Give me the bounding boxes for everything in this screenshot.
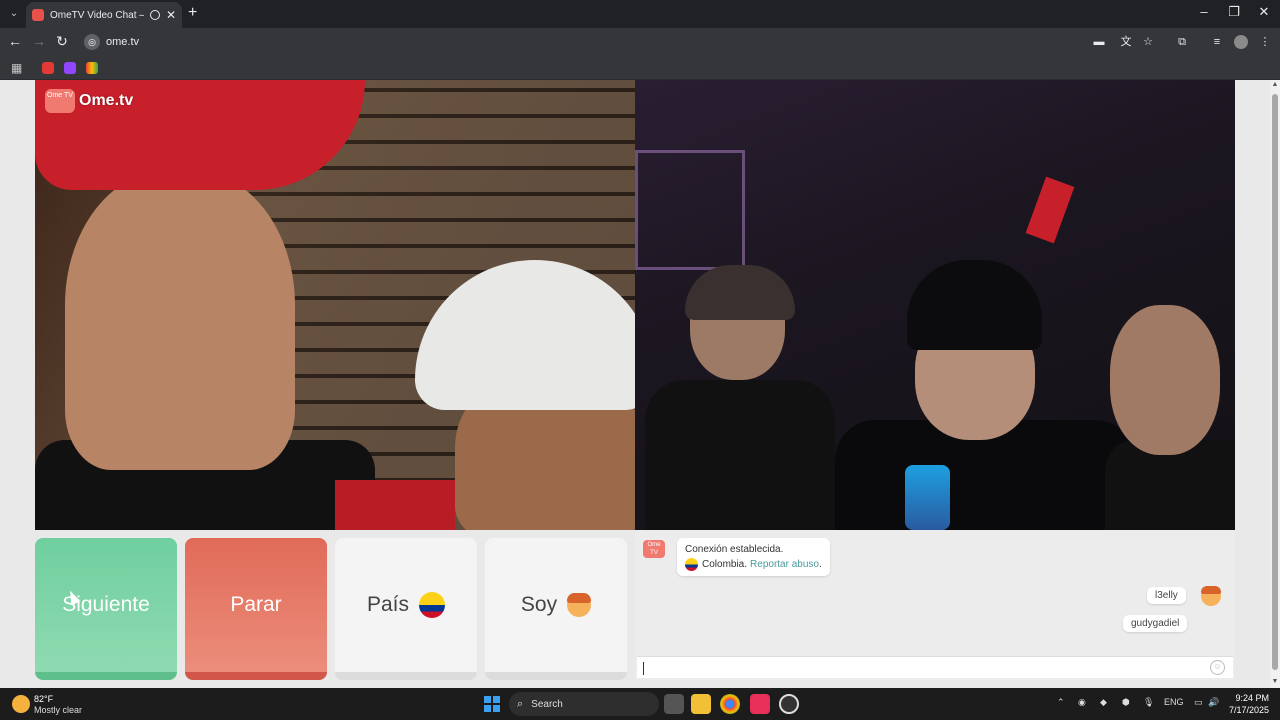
taskbar-search[interactable]: ⌕ Search <box>509 692 659 716</box>
address-bar[interactable]: ◎ ome.tv <box>80 31 1080 53</box>
backwards-cap <box>685 265 795 320</box>
chat-message: gudygadiel <box>1123 615 1188 632</box>
stop-button-label: Parar <box>230 593 282 616</box>
translate-icon[interactable]: 文 <box>1119 35 1133 49</box>
windows-start-icon[interactable] <box>484 696 500 712</box>
forward-button[interactable]: → <box>30 33 48 49</box>
media-icon[interactable]: ▬ <box>1092 35 1106 49</box>
person-face <box>65 170 295 470</box>
language-indicator[interactable]: ENG <box>1164 697 1184 707</box>
red-jacket <box>335 480 455 530</box>
scroll-up-arrow-icon[interactable]: ▲ <box>1270 81 1280 88</box>
tray-shield-icon[interactable]: ⬢ <box>1122 697 1130 708</box>
windows-taskbar: 82°F Mostly clear ⌕ Search ⌃ ◉ ◆ ⬢ 🎙 ENG… <box>0 688 1280 720</box>
report-abuse-link[interactable]: Reportar abuso <box>750 557 819 572</box>
chat-panel: Ome TV Conexión establecida. Colombia. R… <box>635 530 1235 680</box>
logo-text: Ome.tv <box>79 92 134 109</box>
country-button-label: País <box>366 593 410 616</box>
scroll-down-arrow-icon[interactable]: ▼ <box>1270 678 1280 685</box>
gmail-bookmark-icon[interactable] <box>86 62 98 74</box>
tab-ometv[interactable]: OmeTV Video Chat — Ome ✕ <box>26 2 182 28</box>
person-face <box>1110 305 1220 455</box>
show-hidden-icons[interactable]: ⌃ <box>1057 697 1065 708</box>
person-body <box>645 380 835 530</box>
country-line: Colombia. Reportar abuso . <box>685 557 822 572</box>
black-cap <box>907 260 1042 350</box>
ometv-logo: Ome TV Ome.tv <box>45 88 137 114</box>
microphone-icon[interactable]: 🎙 <box>1143 697 1154 708</box>
search-icon: ⌕ <box>517 697 524 710</box>
chat-message: l3elly <box>1147 587 1186 604</box>
text-caret <box>643 662 644 675</box>
tab-title: OmeTV Video Chat — Ome <box>50 9 144 21</box>
close-window-button[interactable]: ✕ <box>1254 4 1274 20</box>
emoji-picker-icon[interactable]: ☺ <box>1210 660 1225 675</box>
user-avatar-icon <box>1201 586 1221 606</box>
profile-avatar[interactable] <box>1234 35 1248 49</box>
task-view-icon[interactable] <box>664 694 684 714</box>
browser-toolbar: ← → ↻ ◎ ome.tv ▬ 文 ☆ ⧉ ≡ ⋮ <box>0 28 1280 56</box>
new-tab-button[interactable]: + <box>188 4 197 22</box>
menu-icon[interactable]: ⋮ <box>1258 35 1272 49</box>
tray-app-icon[interactable]: ◆ <box>1100 697 1107 708</box>
media-controls-icon[interactable]: ≡ <box>1210 35 1224 49</box>
reload-button[interactable]: ↻ <box>53 33 71 50</box>
bookmark-star-icon[interactable]: ☆ <box>1141 35 1155 49</box>
weather-description[interactable]: Mostly clear <box>34 705 82 715</box>
ometv-badge-icon: Ome TV <box>45 89 75 113</box>
colombia-flag-icon <box>685 558 698 571</box>
local-video: Ome TV Ome.tv <box>35 80 635 530</box>
ometv-favicon-icon <box>32 9 44 21</box>
ometv-chat-logo-icon: Ome TV <box>643 540 665 558</box>
connection-status: Conexión establecida. <box>685 544 784 555</box>
clock-date[interactable]: 7/17/2025 <box>1227 705 1269 715</box>
tab-search-button[interactable]: ⌄ <box>5 5 23 23</box>
scroll-thumb[interactable] <box>1272 94 1278 670</box>
volume-icon[interactable]: 🔊 <box>1208 697 1219 708</box>
back-button[interactable]: ← <box>6 33 24 49</box>
tray-app-icon[interactable]: ◉ <box>1078 697 1086 708</box>
apps-grid-icon[interactable]: ▦ <box>11 61 22 75</box>
country-button[interactable]: País <box>335 538 477 680</box>
chat-input[interactable]: ☺ <box>637 656 1233 678</box>
chrome-icon[interactable] <box>720 694 740 714</box>
country-name: Colombia. <box>702 559 748 570</box>
site-info-icon[interactable]: ◎ <box>84 34 100 50</box>
bookmarks-bar: ▦ <box>0 56 1280 80</box>
search-label: Search <box>531 698 563 710</box>
weather-moon-icon[interactable] <box>12 695 30 713</box>
network-icon[interactable]: ▭ <box>1194 697 1203 708</box>
twitch-bookmark-icon[interactable] <box>64 62 76 74</box>
gender-button[interactable]: Soy <box>485 538 627 680</box>
close-tab-icon[interactable]: ✕ <box>166 8 176 22</box>
remote-video <box>635 80 1235 530</box>
file-explorer-icon[interactable] <box>691 694 711 714</box>
colombia-flag-icon <box>419 592 446 618</box>
url-text[interactable]: ome.tv <box>106 36 139 48</box>
shelf <box>635 150 745 270</box>
app-icon[interactable] <box>779 694 799 714</box>
tab-bar: ⌄ OmeTV Video Chat — Ome ✕ + – ❐ ✕ <box>0 0 1280 28</box>
next-button[interactable]: Siguiente <box>35 538 177 680</box>
minimize-button[interactable]: – <box>1194 4 1214 19</box>
gaming-chair <box>1025 176 1075 244</box>
microphone <box>905 465 950 530</box>
stop-button[interactable]: Parar <box>185 538 327 680</box>
youtube-bookmark-icon[interactable] <box>42 62 54 74</box>
weather-temperature[interactable]: 82°F <box>34 694 53 704</box>
tiktok-icon[interactable] <box>750 694 770 714</box>
clock-time[interactable]: 9:24 PM <box>1227 693 1269 703</box>
report-suffix: . <box>818 559 822 570</box>
audio-playing-icon[interactable] <box>149 10 160 20</box>
system-message: Conexión establecida. Colombia. Reportar… <box>677 538 830 576</box>
extensions-icon[interactable]: ⧉ <box>1175 35 1189 49</box>
restore-button[interactable]: ❐ <box>1224 4 1244 20</box>
scrollbar[interactable]: ▲ ▼ <box>1270 80 1280 688</box>
boy-emoji-icon <box>567 593 592 617</box>
gender-button-label: Soy <box>520 593 558 616</box>
